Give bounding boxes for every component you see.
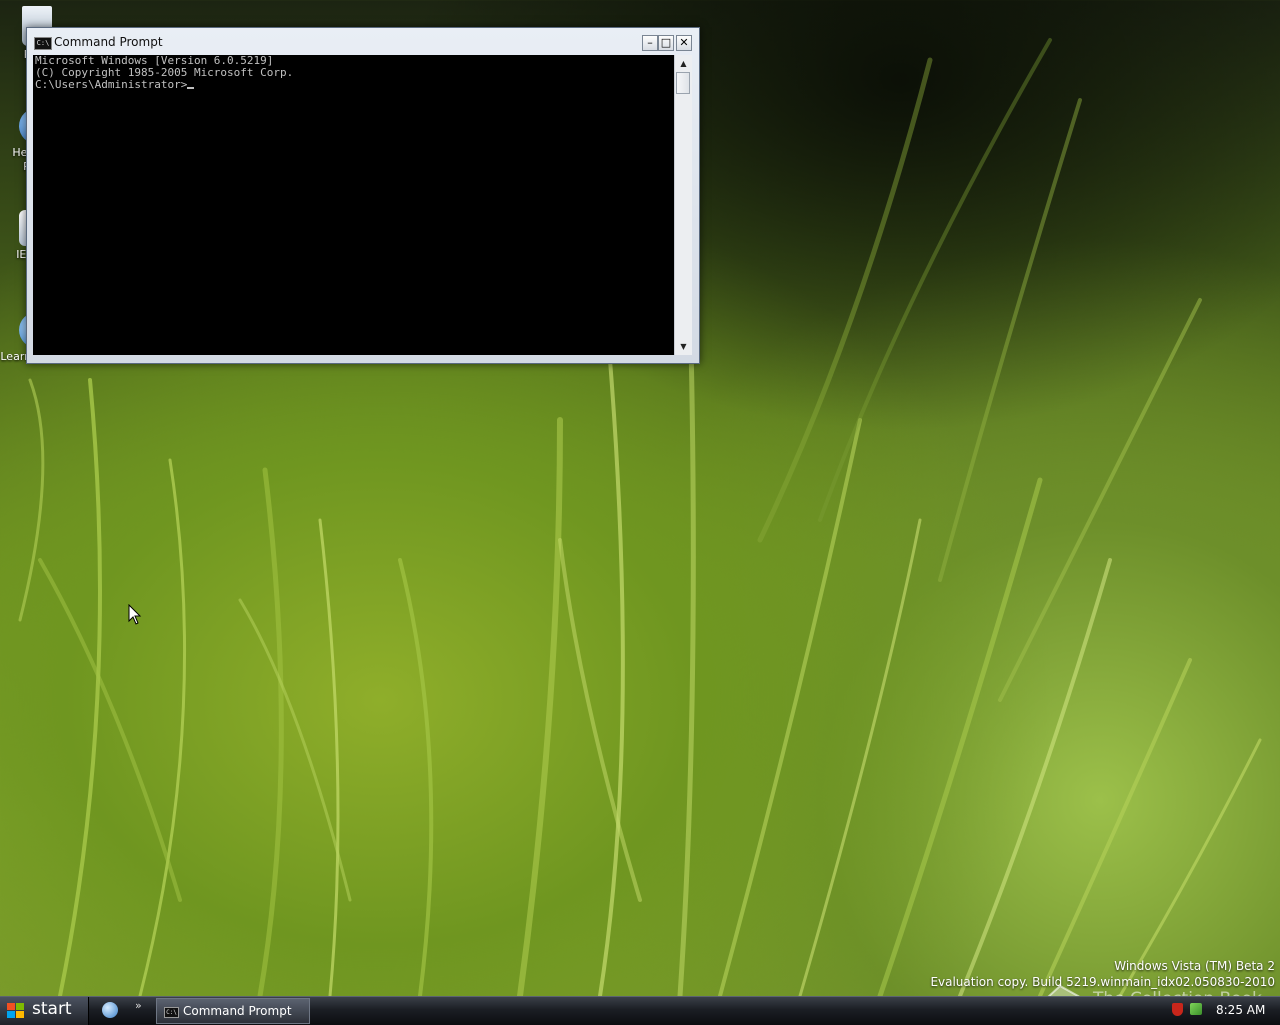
taskbar-button-command-prompt[interactable]: C:\ Command Prompt <box>156 998 310 1024</box>
start-button[interactable]: start <box>0 997 89 1025</box>
scroll-thumb[interactable] <box>676 72 690 94</box>
console-output[interactable]: Microsoft Windows [Version 6.0.5219] (C)… <box>33 55 674 355</box>
watermark-line1: Windows Vista (TM) Beta 2 <box>1114 959 1275 973</box>
mouse-pointer-icon <box>128 604 142 625</box>
maximize-button[interactable]: □ <box>658 35 674 51</box>
quick-launch-chevron-icon[interactable]: » <box>135 999 142 1012</box>
taskbar: start » C:\ Command Prompt 8:25 AM <box>0 996 1280 1025</box>
scroll-up-button[interactable]: ▲ <box>675 55 692 72</box>
arrow-down-icon: ▼ <box>680 342 687 351</box>
close-button[interactable]: ✕ <box>676 35 692 51</box>
text-cursor <box>187 87 195 89</box>
close-icon: ✕ <box>679 36 689 49</box>
cmd-icon: C:\ <box>34 37 52 50</box>
watermark-line2: Evaluation copy. Build 5219.winmain_idx0… <box>930 975 1275 989</box>
maximize-icon: □ <box>660 36 672 49</box>
cmd-icon: C:\ <box>164 1007 179 1018</box>
title-bar[interactable]: C:\ Command Prompt – □ ✕ <box>27 28 699 55</box>
window-title: Command Prompt <box>54 35 163 49</box>
scroll-down-button[interactable]: ▼ <box>675 338 692 355</box>
windows-logo-icon <box>7 1003 24 1018</box>
start-label: start <box>32 999 72 1019</box>
console-prompt-line: C:\Users\Administrator> <box>35 79 672 91</box>
minimize-icon: – <box>647 36 653 49</box>
console-prompt: C:\Users\Administrator> <box>35 78 188 91</box>
evaluation-watermark: Windows Vista (TM) Beta 2 Evaluation cop… <box>930 958 1275 990</box>
command-prompt-window[interactable]: C:\ Command Prompt – □ ✕ Microsoft Windo… <box>26 27 700 364</box>
system-tray: 8:25 AM <box>1168 1001 1280 1021</box>
minimize-button[interactable]: – <box>642 35 658 51</box>
clock[interactable]: 8:25 AM <box>1216 1003 1265 1017</box>
vertical-scrollbar[interactable]: ▲ ▼ <box>674 55 692 355</box>
taskbar-button-label: Command Prompt <box>183 1004 292 1018</box>
arrow-up-icon: ▲ <box>680 59 687 68</box>
network-icon[interactable] <box>1190 1003 1202 1015</box>
security-shield-icon[interactable] <box>1172 1003 1183 1016</box>
quick-launch-ie-icon[interactable] <box>102 1002 118 1018</box>
